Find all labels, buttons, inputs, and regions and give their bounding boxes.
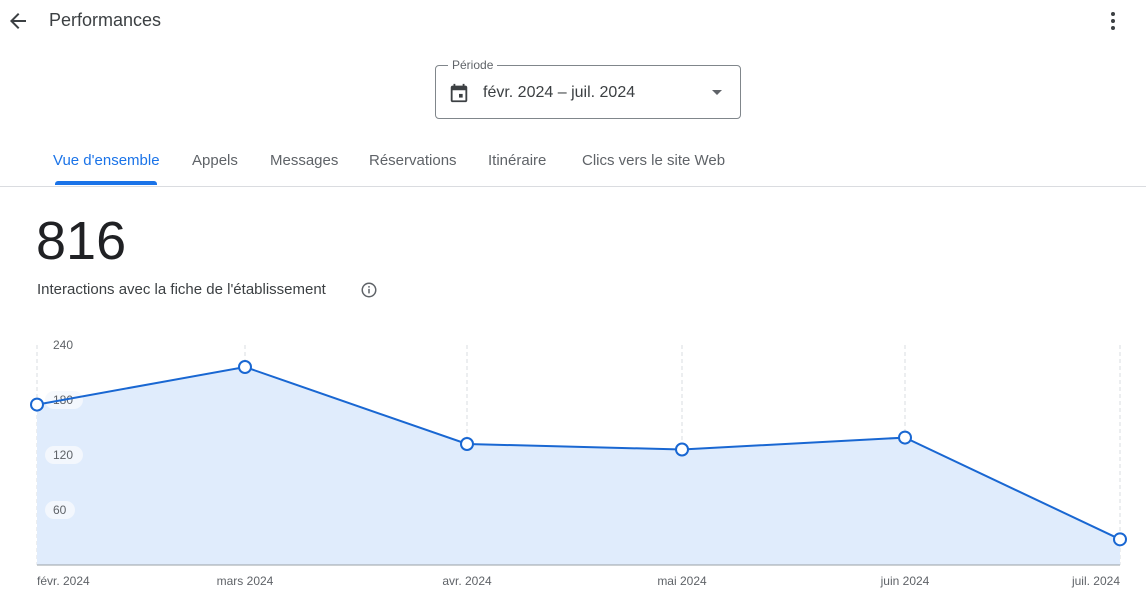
data-point (238, 360, 252, 374)
x-tick-label: avr. 2024 (442, 574, 492, 588)
dropdown-arrow-icon (712, 90, 722, 95)
tab-directions[interactable]: Itinéraire (488, 152, 546, 169)
arrow-back-icon[interactable] (6, 9, 30, 33)
tab-messages[interactable]: Messages (270, 152, 338, 169)
tab-bookings[interactable]: Réservations (369, 152, 457, 169)
period-select[interactable]: Période févr. 2024 – juil. 2024 (435, 58, 741, 119)
interactions-chart: 60120180240févr. 2024 mars 2024 avr. 2024 m… (30, 338, 1127, 588)
data-point (1113, 532, 1127, 547)
metric-label: Interactions avec la fiche de l'établiss… (37, 281, 326, 298)
y-tick-label: 120 (53, 448, 73, 462)
info-icon[interactable] (360, 281, 378, 299)
y-tick-label: 240 (53, 338, 73, 352)
page-title: Performances (49, 10, 162, 30)
x-tick-label: mars 2024 (217, 574, 274, 588)
period-label: Période (448, 58, 498, 72)
tab-calls[interactable]: Appels (192, 152, 238, 169)
x-tick-label: juil. 2024 (1071, 574, 1120, 588)
tab-website-clicks[interactable]: Clics vers le site Web (582, 152, 725, 169)
active-tab-indicator (55, 181, 157, 185)
x-tick-label: mai 2024 (657, 574, 707, 588)
x-tick-label: juin 2024 (880, 574, 930, 588)
tab-bar: Vue d'ensemble Appels Messages Réservati… (0, 140, 1146, 187)
more-vert-icon[interactable] (1101, 9, 1125, 33)
calendar-icon (450, 83, 468, 103)
tab-overview[interactable]: Vue d'ensemble (53, 152, 160, 169)
y-tick-label: 60 (53, 503, 67, 517)
top-bar: Performances (0, 0, 1146, 42)
x-tick-label: févr. 2024 (37, 574, 90, 588)
data-point (30, 397, 44, 412)
period-value: févr. 2024 – juil. 2024 (483, 84, 636, 101)
data-point (675, 442, 689, 457)
area-fill (37, 367, 1120, 565)
data-point (460, 437, 474, 451)
total-interactions: 816 (36, 211, 127, 271)
data-point (898, 430, 912, 445)
